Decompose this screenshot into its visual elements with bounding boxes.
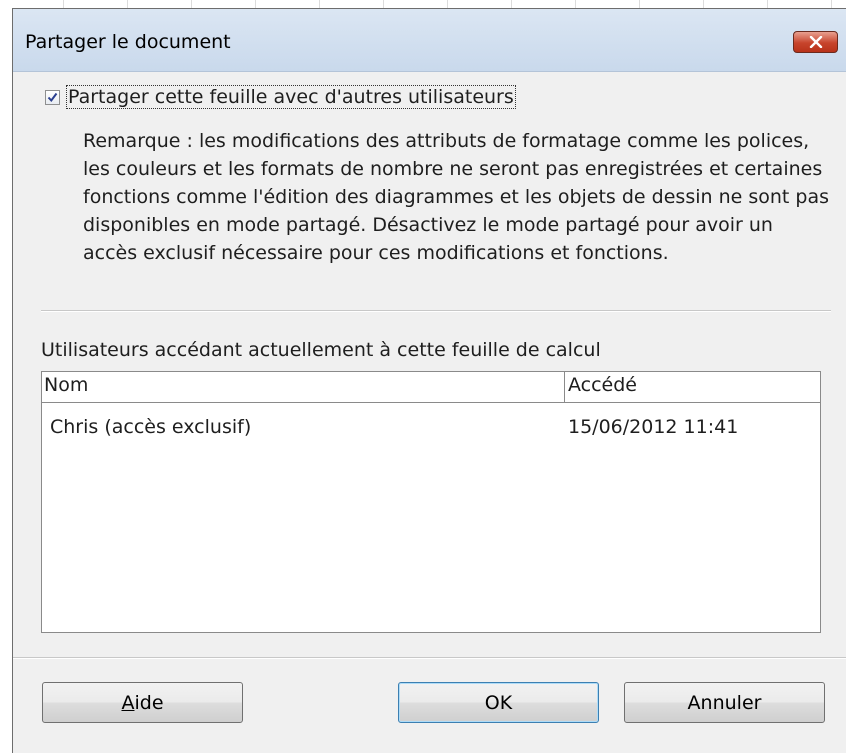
column-header-name[interactable]: Nom	[44, 374, 88, 396]
share-checkbox-row[interactable]: Partager cette feuille avec d'autres uti…	[45, 83, 516, 111]
share-document-dialog: Partager le document Partager cette feui…	[12, 8, 846, 753]
cancel-button[interactable]: Annuler	[624, 682, 825, 723]
help-button-label: Aide	[121, 691, 164, 714]
share-note: Remarque : les modifications des attribu…	[83, 130, 830, 264]
ok-button-label: OK	[484, 691, 513, 714]
cancel-button-label: Annuler	[687, 691, 762, 714]
title-bar[interactable]: Partager le document	[13, 9, 846, 72]
column-header-accessed[interactable]: Accédé	[568, 374, 637, 396]
users-list-header: Nom Accédé	[42, 372, 820, 403]
share-checkbox-label[interactable]: Partager cette feuille avec d'autres uti…	[66, 85, 516, 109]
list-item[interactable]: Chris (accès exclusif) 15/06/2012 11:41	[42, 416, 820, 444]
user-accessed-time: 15/06/2012 11:41	[568, 416, 739, 438]
dialog-title: Partager le document	[25, 31, 231, 53]
help-button[interactable]: Aide	[42, 682, 243, 723]
user-name: Chris (accès exclusif)	[50, 416, 252, 438]
users-list[interactable]: Nom Accédé Chris (accès exclusif) 15/06/…	[41, 371, 821, 633]
share-checkbox[interactable]	[45, 89, 60, 105]
divider	[41, 310, 831, 312]
close-icon	[809, 36, 822, 48]
column-divider[interactable]	[564, 372, 565, 402]
close-button[interactable]	[793, 31, 838, 53]
users-heading: Utilisateurs accédant actuellement à cet…	[41, 339, 601, 361]
ok-button[interactable]: OK	[398, 682, 599, 723]
checkmark-icon	[47, 92, 58, 102]
button-divider	[13, 657, 846, 659]
